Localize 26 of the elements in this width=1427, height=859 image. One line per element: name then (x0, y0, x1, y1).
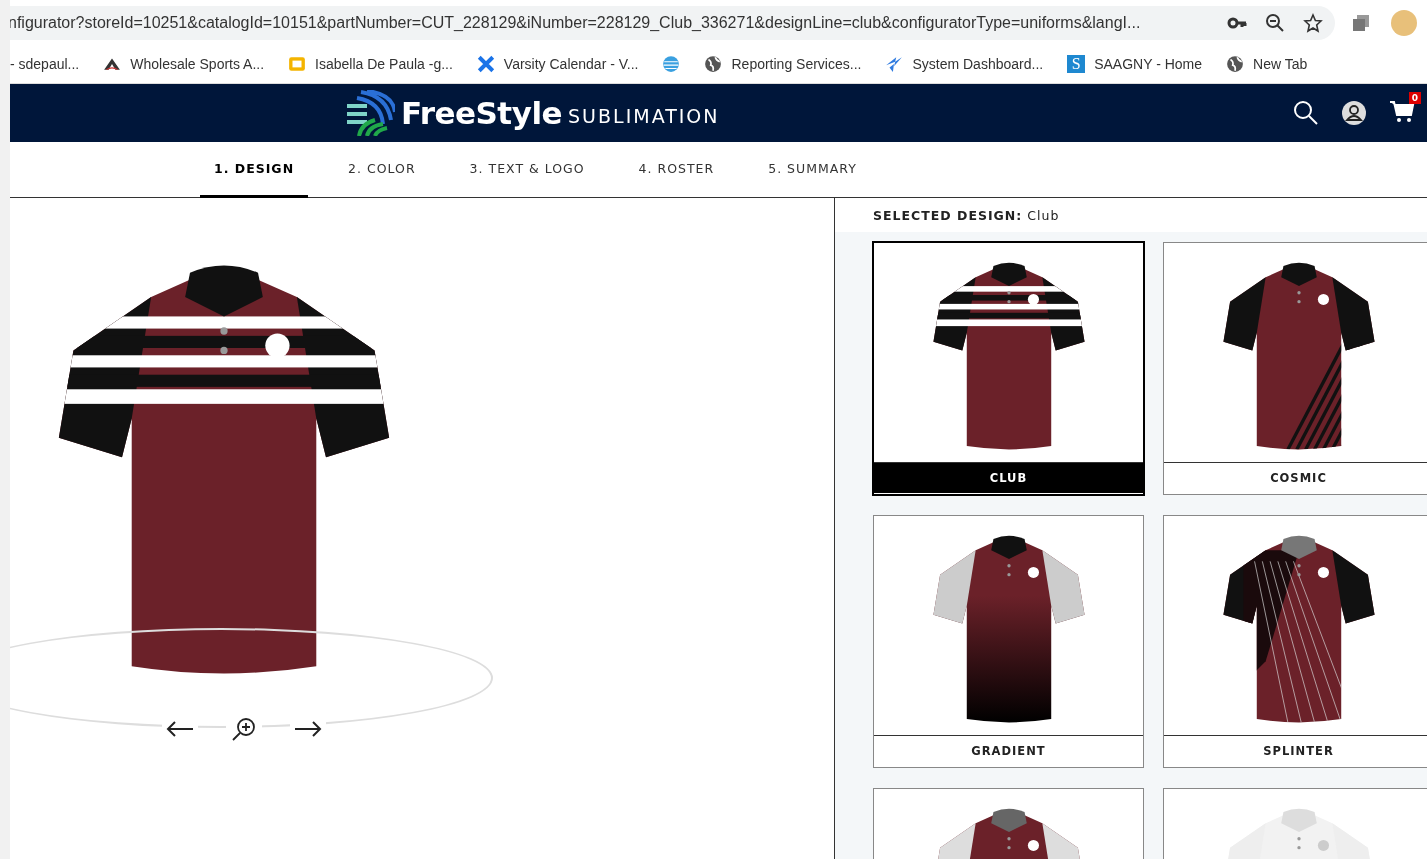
step-tab[interactable]: 3. TEXT & LOGO (455, 142, 599, 198)
design-name: CLUB (874, 462, 1143, 493)
design-name: GRADIENT (874, 735, 1143, 766)
step-tab[interactable]: 1. DESIGN (200, 142, 309, 198)
step-tab[interactable]: 4. ROSTER (624, 142, 729, 198)
bookmark[interactable]: Wholesale Sports A... (130, 56, 265, 72)
brand-name: FreeStyle (401, 95, 563, 131)
design-name: SPLINTER (1164, 735, 1427, 766)
design-name: COSMIC (1164, 462, 1427, 493)
design-card[interactable]: SPLINTER (1163, 515, 1427, 768)
bookmark[interactable]: New Tab (1253, 56, 1308, 72)
bookmark[interactable]: Isabella De Paula -g... (315, 56, 453, 72)
design-card[interactable]: COSMIC (1163, 242, 1427, 495)
design-card[interactable]: GRADIENT (873, 515, 1144, 768)
bookmark[interactable]: SAAGNY - Home (1094, 56, 1203, 72)
selected-design-label: SELECTED DESIGN: Club (835, 198, 1427, 232)
design-card[interactable]: CLUB (873, 242, 1144, 495)
cart-count-badge: 0 (1408, 92, 1421, 104)
bookmark[interactable]: Reporting Services... (731, 56, 862, 72)
letter-icon: S (1067, 55, 1086, 73)
bookmark[interactable]: System Dashboard... (912, 56, 1044, 72)
bookmark[interactable]: Varsity Calendar - V... (503, 56, 639, 72)
brand-tagline: SUBLIMATION (568, 105, 720, 127)
bookmark[interactable]: - sdepaul... (10, 56, 80, 72)
step-tab[interactable]: 2. COLOR (334, 142, 430, 198)
step-tab[interactable]: 5. SUMMARY (754, 142, 871, 198)
